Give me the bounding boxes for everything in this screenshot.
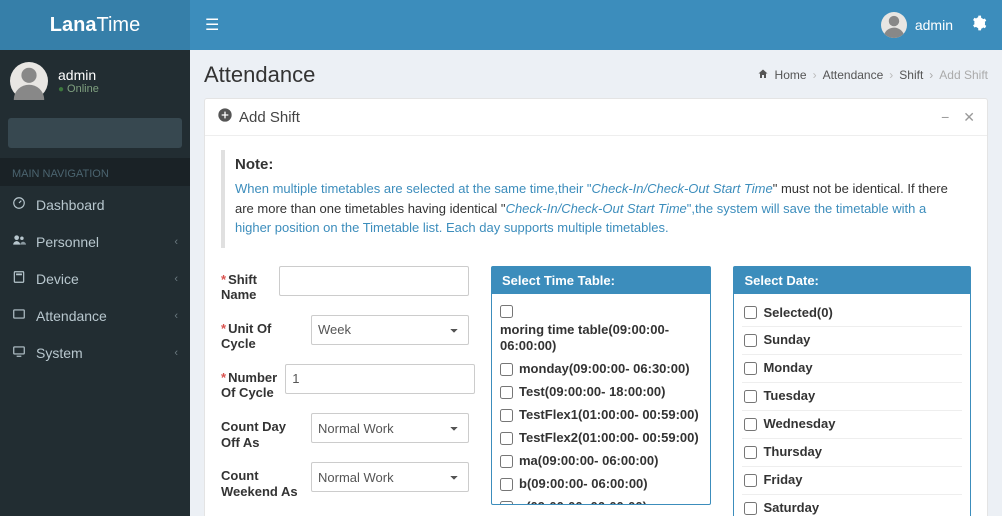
note-title: Note: xyxy=(235,156,961,173)
minimize-icon[interactable]: − xyxy=(941,109,949,126)
date-item-wednesday[interactable]: Wednesday xyxy=(742,411,962,439)
attendance-icon xyxy=(12,307,26,324)
brand-logo[interactable]: LanaTime xyxy=(0,0,190,50)
unit-of-cycle-label: *Unit Of Cycle xyxy=(221,315,303,352)
device-icon xyxy=(12,270,26,287)
sidebar-user-panel: admin ●Online xyxy=(0,50,190,112)
breadcrumb-current: Add Shift xyxy=(939,68,988,82)
timetable-item[interactable]: TestFlex2(01:00:00- 00:59:00) xyxy=(500,427,700,450)
breadcrumb-shift[interactable]: Shift xyxy=(899,68,923,82)
timetable-select-all-checkbox[interactable] xyxy=(500,305,513,318)
timetable-item[interactable]: moring time table(09:00:00- 06:00:00) xyxy=(500,319,700,359)
note-text: When multiple timetables are selected at… xyxy=(235,179,961,238)
timetable-item[interactable]: b(09:00:00- 06:00:00) xyxy=(500,473,700,496)
plus-circle-icon xyxy=(217,107,233,127)
nav-header: MAIN NAVIGATION xyxy=(0,158,190,186)
sidebar-item-device[interactable]: Device ‹ xyxy=(0,260,190,297)
timetable-item[interactable]: c(09:00:00- 06:00:00) xyxy=(500,496,700,504)
timetable-item[interactable]: TestFlex1(01:00:00- 00:59:00) xyxy=(500,404,700,427)
shift-name-label: *Shift Name xyxy=(221,266,271,303)
chevron-left-icon: ‹ xyxy=(174,236,178,248)
avatar-icon xyxy=(10,62,48,100)
date-header: Select Date: xyxy=(734,267,970,294)
hamburger-icon[interactable]: ☰ xyxy=(205,15,219,35)
breadcrumb-attendance[interactable]: Attendance xyxy=(823,68,884,82)
number-of-cycle-label: *Number Of Cycle xyxy=(221,364,277,401)
page-title: Attendance xyxy=(204,62,315,88)
sidebar-user-status: ●Online xyxy=(58,83,99,95)
sidebar-item-personnel[interactable]: Personnel ‹ xyxy=(0,223,190,260)
date-item-tuesday[interactable]: Tuesday xyxy=(742,383,962,411)
count-dayoff-label: Count Day Off As xyxy=(221,413,303,450)
user-menu[interactable]: admin xyxy=(881,12,953,38)
note-box: Note: When multiple timetables are selec… xyxy=(221,150,971,248)
date-item-friday[interactable]: Friday xyxy=(742,467,962,495)
brand-bold: Lana xyxy=(50,14,97,36)
close-icon[interactable]: ✕ xyxy=(963,109,975,126)
date-item-monday[interactable]: Monday xyxy=(742,355,962,383)
count-weekend-label: Count Weekend As xyxy=(221,462,303,499)
chevron-left-icon: ‹ xyxy=(174,273,178,285)
avatar-icon xyxy=(881,12,907,38)
timetable-item[interactable]: ma(09:00:00- 06:00:00) xyxy=(500,450,700,473)
gear-icon[interactable] xyxy=(971,15,987,36)
dashboard-icon xyxy=(12,196,26,213)
shift-name-input[interactable] xyxy=(279,266,469,296)
topbar-username: admin xyxy=(915,17,953,33)
timetable-header: Select Time Table: xyxy=(492,267,710,294)
chevron-left-icon: ‹ xyxy=(174,347,178,359)
date-box: Select Date: Selected(0) Sunday Monday T… xyxy=(733,266,971,516)
sidebar-item-system[interactable]: System ‹ xyxy=(0,334,190,371)
sidebar-item-dashboard[interactable]: Dashboard xyxy=(0,186,190,223)
home-icon xyxy=(757,68,769,83)
timetable-item[interactable]: monday(09:00:00- 06:30:00) xyxy=(500,358,700,381)
users-icon xyxy=(12,233,26,250)
sidebar-item-attendance[interactable]: Attendance ‹ xyxy=(0,297,190,334)
sidebar-username: admin xyxy=(58,67,99,83)
brand-light: Time xyxy=(96,14,140,36)
count-weekend-select[interactable]: Normal Work xyxy=(311,462,469,492)
panel-title: Add Shift xyxy=(239,109,300,126)
number-of-cycle-input[interactable] xyxy=(285,364,475,394)
unit-of-cycle-select[interactable]: Week xyxy=(311,315,469,345)
system-icon xyxy=(12,344,26,361)
timetable-box: Select Time Table: moring time table(09:… xyxy=(491,266,711,505)
sidebar-search-input[interactable] xyxy=(8,118,182,148)
breadcrumb-home[interactable]: Home xyxy=(775,68,807,82)
date-item-saturday[interactable]: Saturday xyxy=(742,495,962,516)
chevron-left-icon: ‹ xyxy=(174,310,178,322)
date-item-sunday[interactable]: Sunday xyxy=(742,327,962,355)
count-dayoff-select[interactable]: Normal Work xyxy=(311,413,469,443)
breadcrumb: Home › Attendance › Shift › Add Shift xyxy=(757,68,988,83)
date-item-thursday[interactable]: Thursday xyxy=(742,439,962,467)
date-selected-row[interactable]: Selected(0) xyxy=(742,300,962,328)
timetable-item[interactable]: Test(09:00:00- 18:00:00) xyxy=(500,381,700,404)
